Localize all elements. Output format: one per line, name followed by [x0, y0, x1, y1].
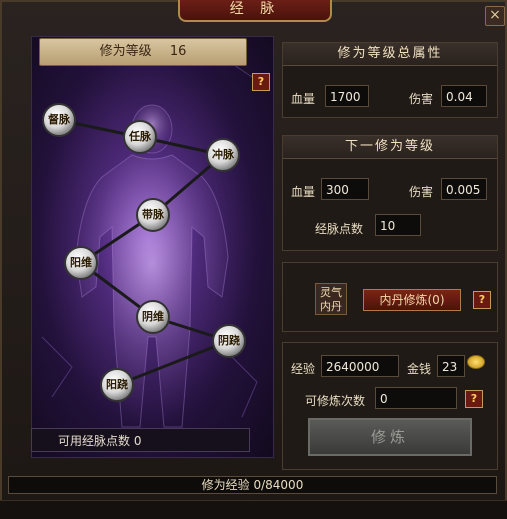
next-damage-value: 0.005 — [441, 178, 487, 200]
meridian-point-label: 阴跷 — [218, 334, 240, 347]
cultivate-times-value: 0 — [375, 387, 457, 409]
meridian-point-dai[interactable]: 带脉 — [135, 197, 171, 233]
next-level-title: 下一修为等级 — [283, 136, 497, 159]
exp-value: 2640000 — [321, 355, 399, 377]
elixir-label-line1: 灵气 — [320, 286, 342, 299]
level-value: 16 — [169, 44, 187, 59]
close-button[interactable]: × — [485, 6, 505, 26]
total-hp-value: 1700 — [325, 85, 369, 107]
elixir-train-button[interactable]: 内丹修炼(0) — [363, 289, 461, 311]
meridian-panel: 督脉 任脉 冲脉 带脉 阳维 阴维 阴跷 阳跷 — [31, 36, 274, 458]
elixir-label-line2: 内丹 — [320, 300, 342, 313]
gold-coin-icon — [467, 355, 485, 369]
elixir-help-button[interactable]: ? — [473, 291, 491, 309]
window-bottom-rim — [0, 500, 507, 519]
cultivation-exp-bar: 修为经验 0/84000 — [8, 476, 497, 494]
meridian-point-label: 任脉 — [129, 130, 151, 143]
meridian-point-yangwei[interactable]: 阳维 — [63, 245, 99, 281]
level-help-button[interactable]: ? — [252, 73, 270, 91]
cultivate-button[interactable]: 修炼 — [308, 418, 472, 456]
next-hp-label: 血量 — [291, 185, 316, 199]
cultivate-times-label: 可修炼次数 — [305, 394, 366, 408]
meridian-point-label: 带脉 — [142, 208, 164, 221]
meridian-point-label: 阳跷 — [106, 378, 128, 391]
meridian-point-yinqiao[interactable]: 阴跷 — [211, 323, 247, 359]
window-title: 经 脉 — [178, 0, 332, 22]
next-hp-value: 300 — [321, 178, 369, 200]
next-damage-label: 伤害 — [409, 185, 434, 199]
frame-ornament-left — [6, 2, 66, 22]
meridian-point-yinwei[interactable]: 阴维 — [135, 299, 171, 335]
frame-ornament-right — [420, 2, 480, 22]
next-level-panel: 下一修为等级 血量 300 伤害 0.005 经脉点数 10 — [282, 135, 498, 251]
total-hp-label: 血量 — [291, 92, 316, 106]
available-points: 可用经脉点数 0 — [31, 428, 250, 452]
elixir-panel: 灵气 内丹 内丹修炼(0) ? — [282, 262, 498, 332]
next-points-label: 经脉点数 — [315, 222, 364, 236]
level-label: 修为等级 — [99, 44, 152, 59]
money-label: 金钱 — [407, 362, 432, 376]
meridian-point-label: 冲脉 — [212, 148, 234, 161]
meridian-point-label: 阳维 — [70, 256, 92, 269]
total-damage-label: 伤害 — [409, 92, 434, 106]
elixir-icon: 灵气 内丹 — [315, 283, 347, 315]
meridian-point-chong[interactable]: 冲脉 — [205, 137, 241, 173]
next-points-value: 10 — [375, 214, 421, 236]
total-attributes-panel: 修为等级总属性 血量 1700 伤害 0.04 — [282, 42, 498, 118]
meridian-point-label: 阴维 — [142, 310, 164, 323]
exp-label: 经验 — [291, 362, 316, 376]
exp-bar-text: 修为经验 0/84000 — [201, 478, 304, 492]
total-damage-value: 0.04 — [441, 85, 487, 107]
total-attributes-title: 修为等级总属性 — [283, 43, 497, 66]
meridian-point-label: 督脉 — [48, 113, 70, 126]
money-value: 23 — [437, 355, 465, 377]
cultivate-help-button[interactable]: ? — [465, 390, 483, 408]
meridian-point-yangqiao[interactable]: 阳跷 — [99, 367, 135, 403]
meridian-point-du[interactable]: 督脉 — [41, 102, 77, 138]
cultivation-level-banner: 修为等级 16 — [39, 38, 247, 66]
meridian-point-ren[interactable]: 任脉 — [122, 119, 158, 155]
